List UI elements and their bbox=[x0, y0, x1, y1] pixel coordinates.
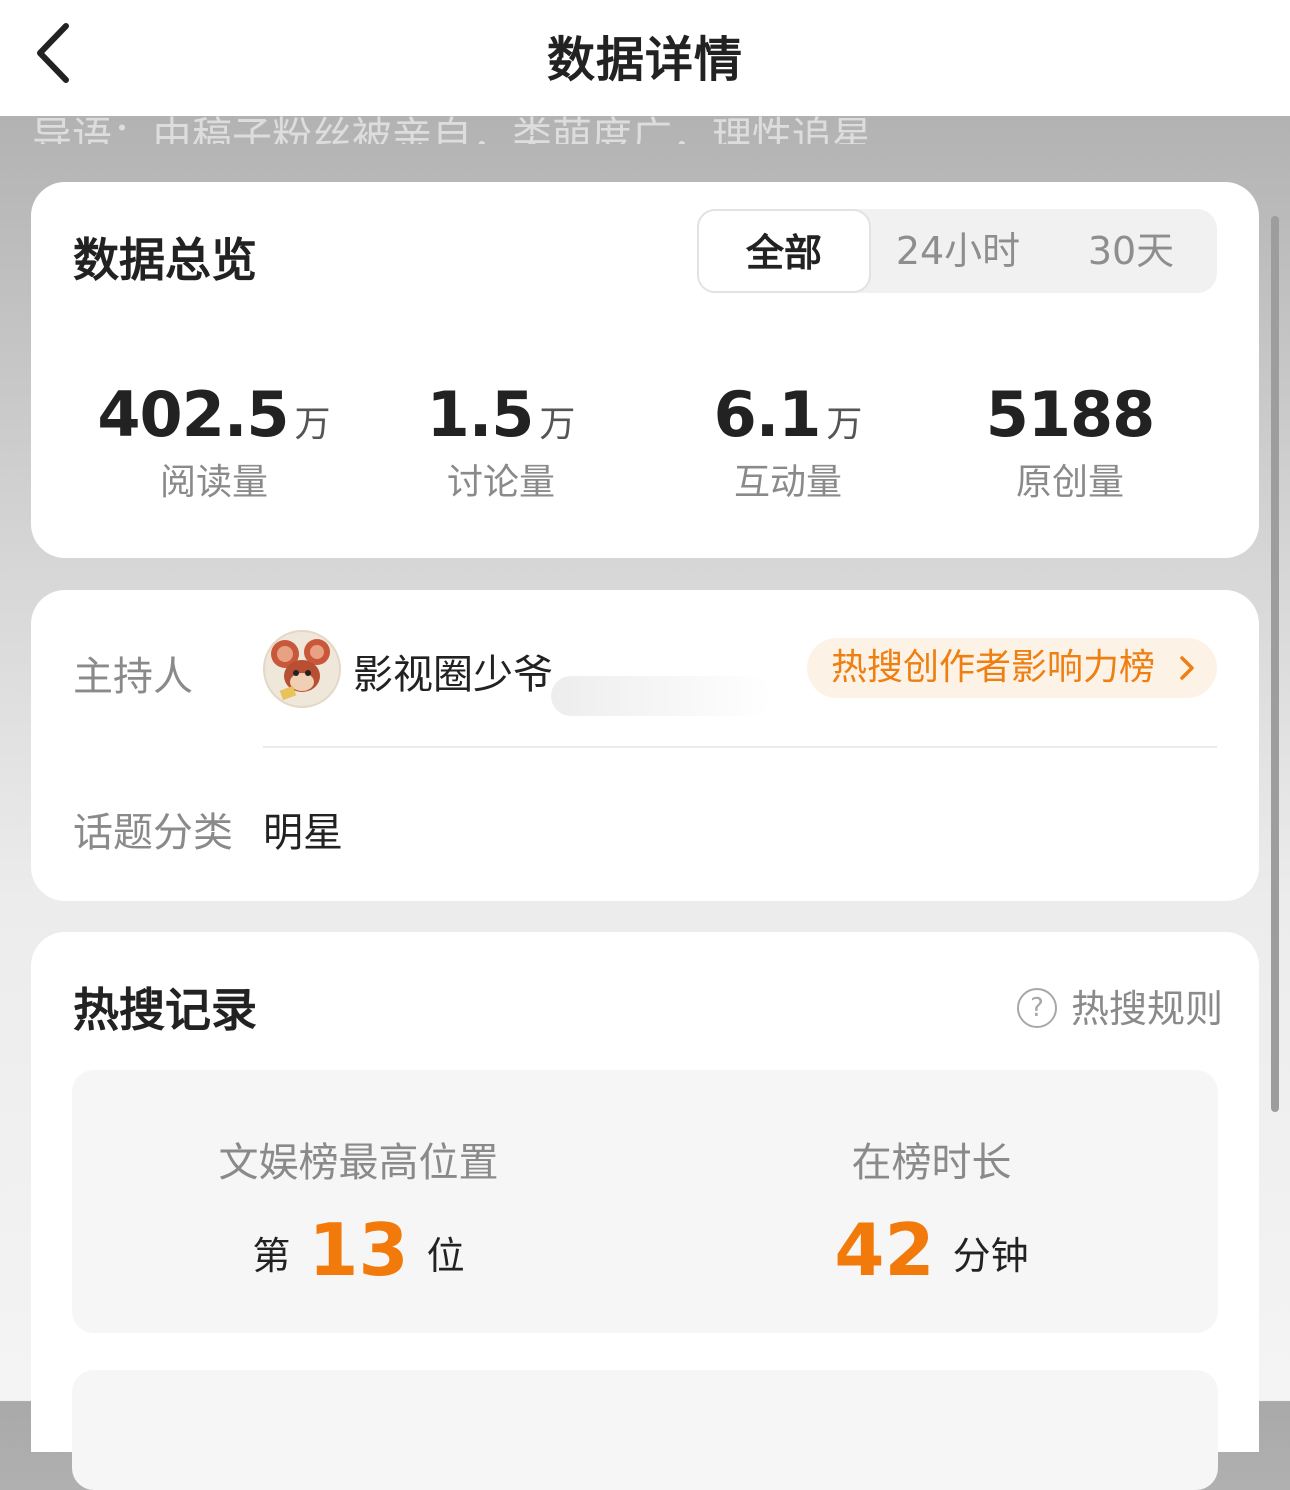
tab-30d[interactable]: 30天 bbox=[1045, 209, 1217, 293]
hot-search-title: 热搜记录 bbox=[73, 983, 257, 1037]
category-label: 话题分类 bbox=[73, 810, 233, 856]
duration-suffix: 分钟 bbox=[952, 1234, 1029, 1278]
stat-interactions: 6.1 万 互动量 bbox=[643, 378, 933, 505]
overview-card: 数据总览 全部 24小时 30天 402.5 万 阅读量 1.5 万 讨论量 6.1… bbox=[31, 182, 1259, 558]
tab-all[interactable]: 全部 bbox=[697, 209, 871, 293]
stat-value: 402.5 bbox=[97, 378, 289, 451]
hot-search-stats: 文娱榜最高位置 第 13 位 在榜时长 42 分钟 bbox=[72, 1070, 1218, 1333]
stat-label: 讨论量 bbox=[446, 462, 555, 503]
chevron-right-icon bbox=[1180, 656, 1194, 680]
hot-search-next-panel bbox=[72, 1370, 1218, 1490]
stat-discussions: 1.5 万 讨论量 bbox=[356, 378, 646, 505]
duration-value-row: 42 分钟 bbox=[645, 1208, 1218, 1292]
duration-number: 42 bbox=[834, 1208, 935, 1292]
creator-rank-label: 热搜创作者影响力榜 bbox=[831, 647, 1156, 688]
position-number: 13 bbox=[308, 1208, 409, 1292]
position-suffix: 位 bbox=[426, 1234, 465, 1278]
stat-value: 5188 bbox=[985, 378, 1156, 451]
stat-label: 原创量 bbox=[1015, 462, 1124, 503]
overview-title: 数据总览 bbox=[73, 233, 257, 287]
duration-label: 在榜时长 bbox=[851, 1140, 1012, 1186]
best-position-label: 文娱榜最高位置 bbox=[218, 1140, 499, 1186]
mouse-avatar-icon bbox=[271, 639, 330, 701]
time-range-tabs: 全部 24小时 30天 bbox=[697, 209, 1217, 293]
stat-unit: 万 bbox=[294, 404, 331, 445]
avatar[interactable] bbox=[263, 630, 341, 708]
host-name[interactable]: 影视圈少爷 bbox=[353, 642, 553, 700]
divider bbox=[263, 746, 1217, 748]
stat-originals: 5188 原创量 bbox=[925, 378, 1215, 505]
host-label: 主持人 bbox=[73, 654, 193, 700]
stat-value: 6.1 bbox=[713, 378, 822, 451]
tab-24h[interactable]: 24小时 bbox=[871, 209, 1045, 293]
stat-unit: 万 bbox=[539, 404, 576, 445]
hot-search-card: 热搜记录 ? 热搜规则 文娱榜最高位置 第 13 位 在榜时长 42 分钟 bbox=[31, 932, 1259, 1490]
creator-rank-link[interactable]: 热搜创作者影响力榜 bbox=[807, 638, 1217, 698]
rules-label: 热搜规则 bbox=[1071, 987, 1224, 1031]
host-card: 主持人 影视圈少爷 热搜创作者影响力榜 话题分类 明星 bbox=[31, 590, 1259, 901]
best-position: 文娱榜最高位置 第 13 位 bbox=[72, 1070, 645, 1333]
page-title: 数据详情 bbox=[546, 32, 743, 88]
scrollbar[interactable] bbox=[1271, 216, 1279, 1112]
stat-unit: 万 bbox=[826, 404, 863, 445]
best-position-value-row: 第 13 位 bbox=[72, 1208, 645, 1292]
stat-value: 1.5 bbox=[426, 378, 535, 451]
stat-label: 互动量 bbox=[733, 462, 842, 503]
hot-search-rules-link[interactable]: ? 热搜规则 bbox=[1017, 978, 1223, 1033]
position-prefix: 第 bbox=[252, 1234, 291, 1278]
category-value: 明星 bbox=[263, 810, 343, 856]
duration: 在榜时长 42 分钟 bbox=[645, 1070, 1218, 1333]
question-icon: ? bbox=[1017, 988, 1057, 1028]
navigation-bar: 数据详情 bbox=[0, 0, 1290, 116]
stat-label: 阅读量 bbox=[159, 462, 268, 503]
blurred-region bbox=[551, 676, 771, 716]
stat-reads: 402.5 万 阅读量 bbox=[69, 378, 359, 505]
